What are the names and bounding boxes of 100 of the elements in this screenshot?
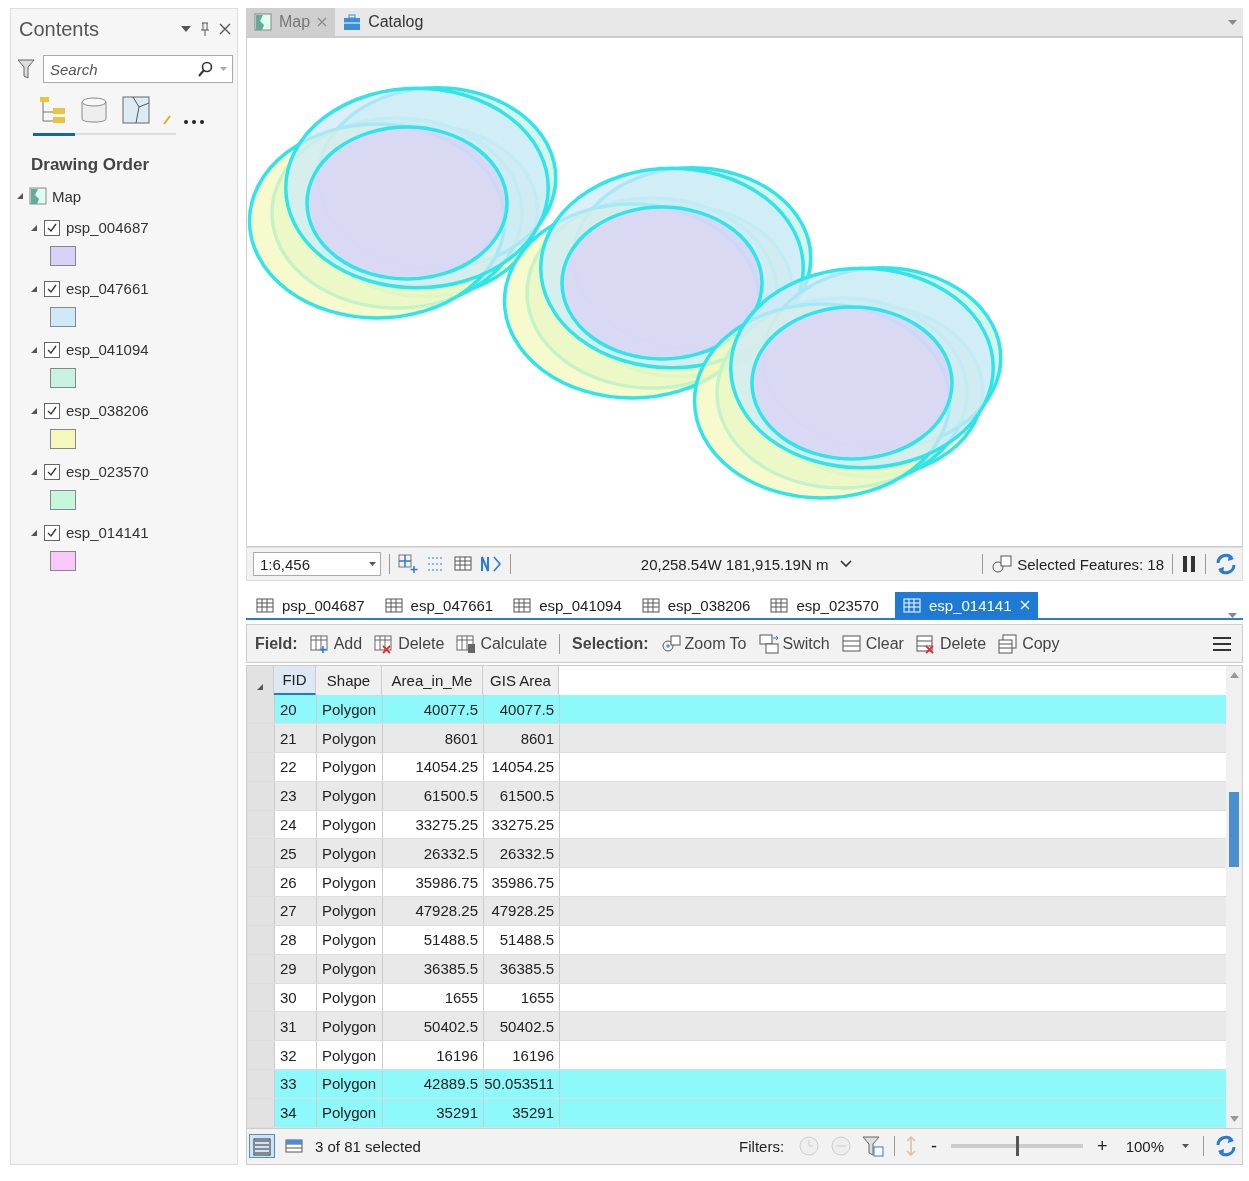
toolbar-button[interactable]: Delete	[374, 633, 445, 654]
slider-thumb[interactable]	[1016, 1136, 1020, 1157]
refresh-icon[interactable]	[1214, 552, 1238, 577]
copy-icon	[998, 633, 1019, 654]
checkbox[interactable]	[44, 402, 60, 419]
dropdown-icon[interactable]	[1228, 19, 1237, 25]
sort-corner-icon	[256, 683, 264, 692]
expand-icon[interactable]	[30, 467, 38, 476]
cylinder-icon[interactable]	[79, 95, 109, 125]
layer-name[interactable]: esp_023570	[66, 463, 149, 480]
table-tab[interactable]: esp_014141	[894, 592, 1038, 619]
pause-icon[interactable]	[1181, 555, 1197, 574]
layer-name[interactable]: esp_041094	[66, 341, 149, 358]
table-cell: Polygon	[317, 724, 383, 752]
symbol-swatch[interactable]	[50, 246, 76, 266]
expand-icon[interactable]	[30, 284, 38, 293]
table-row[interactable]: 28 Polygon 51488.5 51488.5	[247, 925, 1226, 955]
scrollbar-thumb[interactable]	[1229, 792, 1239, 868]
zoom-out-button[interactable]: -	[927, 1135, 942, 1157]
table-row[interactable]: 34 Polygon 35291 35291	[247, 1098, 1226, 1128]
tree-item-label[interactable]: Map	[52, 187, 82, 205]
scrollbar[interactable]	[1226, 666, 1242, 1128]
table-row[interactable]: 30 Polygon 1655 1655	[247, 983, 1226, 1013]
table-cell: 51488.5	[484, 925, 560, 954]
map-sheet-icon[interactable]	[121, 95, 151, 125]
expand-icon[interactable]	[30, 406, 38, 415]
more-icon[interactable]	[183, 119, 205, 125]
table-row[interactable]: 32 Polygon 16196 16196	[247, 1041, 1226, 1071]
table-view-icon[interactable]	[249, 1134, 275, 1159]
toolbar-button[interactable]: Clear	[841, 633, 904, 654]
dropdown-icon[interactable]	[181, 26, 191, 32]
table-tab[interactable]: esp_047661	[380, 592, 498, 619]
table-cell: Polygon	[317, 954, 383, 983]
view-tab[interactable]: Catalog	[335, 8, 432, 36]
table-tab[interactable]: esp_023570	[766, 592, 883, 619]
table-cell: 28	[275, 925, 317, 954]
checkbox[interactable]	[44, 341, 60, 358]
scale-dropdown[interactable]: 1:6,456	[253, 552, 381, 577]
checkbox[interactable]	[44, 280, 60, 297]
checkbox[interactable]	[44, 524, 60, 541]
checkbox[interactable]	[44, 219, 60, 236]
zoom-dropdown[interactable]: 100%	[1121, 1137, 1193, 1155]
toolbar-button[interactable]: Calculate	[456, 633, 548, 654]
table-cell: 61500.5	[383, 781, 484, 810]
chevron-down-icon[interactable]	[840, 560, 853, 569]
selected-view-icon[interactable]	[285, 1139, 303, 1154]
toolbar-button[interactable]: Add	[309, 633, 363, 654]
table-row[interactable]: 29 Polygon 36385.5 36385.5	[247, 954, 1226, 984]
toolbar-button[interactable]: Zoom To	[660, 633, 747, 654]
expand-icon[interactable]	[30, 345, 38, 354]
layer-name[interactable]: esp_014141	[66, 524, 149, 541]
column-header[interactable]: GIS Area	[483, 666, 559, 696]
table-row[interactable]: 26 Polygon 35986.75 35986.75	[247, 868, 1226, 898]
expand-icon[interactable]	[30, 528, 38, 537]
filter-table-icon[interactable]	[862, 1135, 885, 1158]
toolbar-button[interactable]: Switch	[758, 633, 830, 654]
table-row[interactable]: 21 Polygon 8601 8601	[247, 724, 1226, 753]
close-icon[interactable]	[219, 23, 231, 35]
search-icon[interactable]	[198, 61, 214, 77]
symbol-swatch[interactable]	[50, 307, 76, 327]
refresh-icon[interactable]	[1214, 1134, 1238, 1159]
pin-icon[interactable]	[200, 22, 210, 36]
table-row[interactable]: 24 Polygon 33275.25 33275.25	[247, 810, 1226, 840]
column-header[interactable]: Area_in_Me	[382, 666, 483, 696]
checkbox[interactable]	[44, 463, 60, 480]
table-row[interactable]: 22 Polygon 14054.25 14054.25	[247, 752, 1226, 782]
symbol-swatch[interactable]	[50, 429, 76, 449]
symbol-swatch[interactable]	[50, 551, 76, 571]
map-icon	[254, 13, 272, 31]
column-header[interactable]: Shape	[316, 666, 382, 696]
dropdown-icon[interactable]	[1228, 613, 1237, 619]
layer-name[interactable]: esp_038206	[66, 402, 149, 419]
filter-icon[interactable]	[17, 59, 35, 79]
menu-icon[interactable]	[1212, 635, 1232, 652]
grid-add-icon[interactable]	[398, 554, 418, 575]
table-row[interactable]: 20 Polygon 40077.5 40077.5	[247, 695, 1226, 725]
symbol-swatch[interactable]	[50, 368, 76, 388]
table-tab[interactable]: esp_041094	[509, 592, 626, 619]
table-row[interactable]: 33 Polygon 42889.5 50.053511	[247, 1070, 1226, 1099]
table-row[interactable]: 23 Polygon 61500.5 61500.5	[247, 781, 1226, 811]
toolbar-button[interactable]: Copy	[998, 633, 1060, 654]
layer-name[interactable]: psp_004687	[66, 219, 149, 236]
toolbar-button[interactable]: Delete	[915, 633, 987, 654]
table-cell: 35291	[383, 1098, 484, 1127]
switch-icon	[758, 633, 779, 654]
selected-features-button[interactable]: Selected Features: 18	[991, 554, 1164, 575]
table-row[interactable]: 25 Polygon 26332.5 26332.5	[247, 839, 1226, 869]
layer-name[interactable]: esp_047661	[66, 280, 149, 297]
zoom-in-button[interactable]: +	[1093, 1135, 1112, 1157]
table-tab[interactable]: psp_004687	[252, 592, 369, 619]
expand-icon[interactable]	[16, 192, 24, 200]
table-row[interactable]: 27 Polygon 47928.25 47928.25	[247, 897, 1226, 926]
expand-icon[interactable]	[30, 223, 38, 232]
symbol-swatch[interactable]	[50, 490, 76, 510]
table-row[interactable]: 31 Polygon 50402.5 50402.5	[247, 1012, 1226, 1042]
table-tab[interactable]: esp_038206	[637, 592, 755, 619]
grid-icon[interactable]	[454, 555, 472, 574]
table-cell: 50402.5	[484, 1012, 560, 1041]
search-field[interactable]: Search	[43, 55, 233, 83]
column-header[interactable]: FID	[274, 666, 316, 696]
